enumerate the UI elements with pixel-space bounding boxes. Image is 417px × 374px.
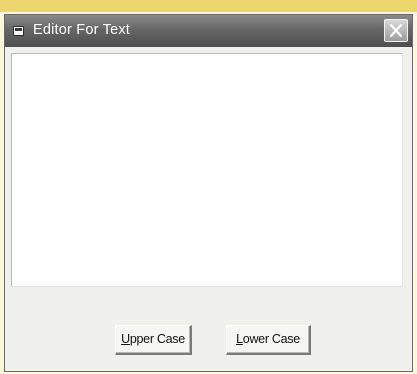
client-area: Upper Case Lower Case — [5, 47, 412, 371]
window-app-icon[interactable] — [13, 26, 24, 36]
text-editor-area[interactable] — [11, 53, 403, 287]
window-title: Editor For Text — [33, 22, 131, 38]
lower-case-hotkey: L — [236, 332, 243, 346]
lower-case-label: ower Case — [242, 332, 300, 346]
upper-case-button[interactable]: Upper Case — [115, 325, 192, 355]
close-icon — [389, 23, 403, 38]
upper-case-label: pper Case — [129, 332, 185, 346]
upper-case-hotkey: U — [121, 332, 130, 346]
title-bar[interactable]: Editor For Text — [5, 15, 412, 47]
lower-case-button[interactable]: Lower Case — [226, 325, 311, 355]
background-band — [0, 0, 417, 12]
close-button[interactable] — [384, 19, 408, 42]
editor-window: Editor For Text Upper Case Lower Case — [4, 14, 413, 372]
